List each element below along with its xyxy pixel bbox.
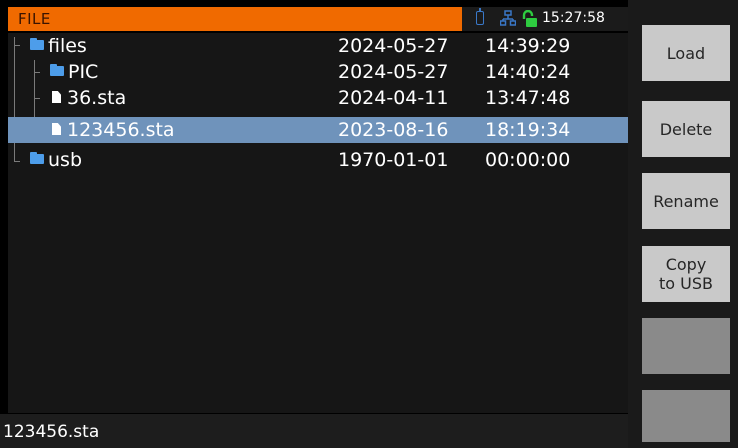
softkey-blank-2[interactable] [642,390,730,442]
clock-time: 15:27:58 [542,10,605,26]
row-date: 2024-04-11 [338,87,449,109]
page-title: FILE [18,10,51,28]
file-icon [52,123,61,135]
row-date: 2024-05-27 [338,61,449,83]
row-name: files [48,35,87,57]
row-date: 1970-01-01 [338,149,449,171]
folder-icon [30,152,44,164]
delete-button[interactable]: Delete [642,101,730,157]
row-time: 14:40:24 [485,61,571,83]
selected-file-label: 123456.sta [3,422,100,442]
to-usb-label: to USB [659,274,713,293]
file-tree[interactable]: files 2024-05-27 14:39:29 PIC 2024-05-27… [8,33,628,413]
row-name: usb [48,149,83,171]
tree-row-files[interactable]: files 2024-05-27 14:39:29 [8,33,628,59]
file-icon [52,91,61,103]
folder-icon [50,64,64,76]
tree-row-usb[interactable]: usb 1970-01-01 00:00:00 [8,147,628,173]
copy-to-usb-button[interactable]: Copy to USB [642,246,730,302]
row-time: 13:47:48 [485,87,571,109]
network-icon [500,10,516,26]
row-name: 36.sta [67,87,127,109]
row-time: 14:39:29 [485,35,571,57]
copy-label: Copy [665,255,707,274]
load-button[interactable]: Load [642,25,730,81]
row-time: 00:00:00 [485,149,571,171]
softkey-blank-1[interactable] [642,318,730,374]
row-name: PIC [68,61,99,83]
tree-row-pic[interactable]: PIC 2024-05-27 14:40:24 [8,59,628,85]
rename-button[interactable]: Rename [642,173,730,229]
row-date: 2024-05-27 [338,35,449,57]
status-bar: 123456.sta [0,414,628,448]
folder-icon [30,38,44,50]
usb-icon [476,8,484,25]
row-time: 18:19:34 [485,119,571,141]
row-date: 2023-08-16 [338,119,449,141]
tree-row-36-sta[interactable]: 36.sta 2024-04-11 13:47:48 [8,85,628,111]
unlock-icon [522,10,537,27]
tree-row-123456-sta[interactable]: 123456.sta 2023-08-16 18:19:34 [8,117,628,143]
status-icons-area: 15:27:58 [462,7,628,31]
row-name: 123456.sta [67,119,175,141]
file-browser-pane: FILE 15:27:58 files 2024-05-27 14:39:29 … [0,0,628,448]
file-manager-screen: FILE 15:27:58 files 2024-05-27 14:39:29 … [0,0,738,448]
softkey-panel: Load Delete Rename Copy to USB [628,0,738,448]
